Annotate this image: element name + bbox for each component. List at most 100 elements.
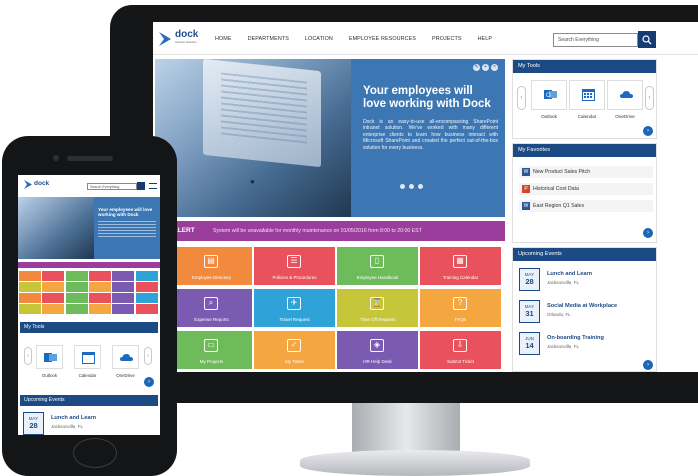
- mobile-tile[interactable]: [135, 304, 158, 314]
- tools-prev-button[interactable]: ‹: [517, 86, 526, 110]
- tile-faqs[interactable]: ? FAQs: [420, 289, 501, 327]
- mobile-tile[interactable]: [112, 271, 135, 281]
- my-tools-title: My Tools: [513, 60, 656, 73]
- favorite-item[interactable]: W New Product Sales Pitch: [519, 166, 653, 178]
- nav-item-location[interactable]: LOCATION: [305, 36, 333, 42]
- mobile-tile[interactable]: [88, 271, 111, 281]
- nav-item-help[interactable]: HELP: [478, 36, 492, 42]
- search-input[interactable]: Search Everything: [553, 33, 638, 47]
- hero-banner: ● ✎ + × Your employees will love working…: [155, 59, 505, 217]
- nav-item-home[interactable]: HOME: [215, 36, 232, 42]
- search-button[interactable]: [638, 31, 656, 48]
- outlook-icon: [44, 353, 57, 362]
- mobile-tool-onedrive[interactable]: [112, 345, 139, 369]
- phone-home-button[interactable]: [73, 438, 117, 468]
- handbook-icon: ▯: [370, 255, 384, 268]
- mobile-tile[interactable]: [19, 293, 41, 303]
- mobile-tile[interactable]: [88, 293, 111, 303]
- tile-label: FAQs: [454, 317, 467, 322]
- mobile-tile[interactable]: [19, 271, 41, 281]
- mobile-tile[interactable]: [135, 271, 158, 281]
- tile-hr-help-desk[interactable]: ◈ HR Help Desk: [337, 331, 418, 369]
- mobile-tile[interactable]: [42, 293, 65, 303]
- favorites-more-button[interactable]: ›: [643, 228, 653, 238]
- tile-employee-directory[interactable]: ▤ Employee Directory: [171, 247, 252, 285]
- mobile-tools-more-button[interactable]: ›: [144, 377, 154, 387]
- mobile-brand[interactable]: dock: [34, 180, 49, 187]
- mobile-tile[interactable]: [65, 304, 88, 314]
- tile-label: Employee Directory: [191, 275, 232, 280]
- mobile-search-input[interactable]: Search Everything: [87, 183, 137, 190]
- hamburger-menu-icon[interactable]: [149, 183, 157, 189]
- mobile-tools-prev-button[interactable]: ‹: [24, 347, 32, 365]
- tile-label: Employee Handbook: [356, 275, 399, 280]
- apple-logo-icon: ●: [250, 177, 255, 186]
- mobile-tile[interactable]: [135, 293, 158, 303]
- nav-item-employee-resources[interactable]: EMPLOYEE RESOURCES: [349, 36, 416, 42]
- mobile-tile[interactable]: [19, 282, 41, 292]
- mobile-tool-outlook[interactable]: [36, 345, 63, 369]
- tile-label: Time Off Request: [359, 317, 395, 322]
- event-item[interactable]: MAY 31 Social Media at Workplace Orlando,…: [519, 300, 653, 328]
- tile-expense-reports[interactable]: ⌕ Expense Reports: [171, 289, 252, 327]
- upcoming-events-title: Upcoming Events: [513, 248, 656, 261]
- mobile-tile[interactable]: [42, 304, 65, 314]
- mobile-tile[interactable]: [112, 282, 135, 292]
- brand-name[interactable]: dock: [175, 29, 198, 40]
- mobile-tile[interactable]: [42, 271, 65, 281]
- mobile-tile[interactable]: [88, 304, 111, 314]
- tool-calendar[interactable]: [569, 80, 605, 110]
- tools-next-button[interactable]: ›: [645, 86, 654, 110]
- mobile-tile[interactable]: [65, 293, 88, 303]
- favorite-item[interactable]: W East Region Q1 Sales: [519, 200, 653, 212]
- product-showcase: dock Intranet Solution HOME DEPARTMENTS …: [0, 0, 698, 476]
- tile-my-tasks[interactable]: ✓ My Tasks: [254, 331, 335, 369]
- tile-time-off-request[interactable]: ⌛ Time Off Request: [337, 289, 418, 327]
- mobile-tools-next-button[interactable]: ›: [144, 347, 152, 365]
- expense-icon: ⌕: [204, 297, 218, 310]
- event-title[interactable]: Lunch and Learn: [547, 271, 592, 277]
- delete-icon[interactable]: ×: [491, 64, 498, 71]
- mobile-tile[interactable]: [42, 282, 65, 292]
- tile-employee-handbook[interactable]: ▯ Employee Handbook: [337, 247, 418, 285]
- tools-more-button[interactable]: ›: [643, 126, 653, 136]
- carousel-dot[interactable]: [418, 184, 423, 189]
- mobile-event-title[interactable]: Lunch and Learn: [51, 415, 96, 421]
- tile-training-calendar[interactable]: ▦ Training Calendar: [420, 247, 501, 285]
- dock-logo-icon[interactable]: [23, 179, 33, 190]
- add-icon[interactable]: +: [482, 64, 489, 71]
- mobile-tool-calendar[interactable]: [74, 345, 101, 369]
- mobile-event-item[interactable]: MAY 28 Lunch and Learn Jacksonville, FL: [23, 412, 155, 435]
- tile-my-projects[interactable]: ▭ My Projects: [171, 331, 252, 369]
- tile-travel-request[interactable]: ✈ Travel Request: [254, 289, 335, 327]
- tile-submit-ticket[interactable]: ⇩ Submit Ticket: [420, 331, 501, 369]
- carousel-dot[interactable]: [409, 184, 414, 189]
- event-location: Orlando, FL: [547, 312, 571, 317]
- nav-item-projects[interactable]: PROJECTS: [432, 36, 462, 42]
- nav-item-departments[interactable]: DEPARTMENTS: [248, 36, 289, 42]
- mobile-tile[interactable]: [65, 271, 88, 281]
- mobile-event-date: MAY 28: [23, 412, 44, 435]
- tool-outlook-label: Outlook: [541, 114, 557, 119]
- mobile-tile[interactable]: [19, 304, 41, 314]
- favorite-label: Historical Cost Data: [533, 186, 579, 192]
- edit-icon[interactable]: ✎: [473, 64, 480, 71]
- mobile-tile[interactable]: [135, 282, 158, 292]
- mobile-tile[interactable]: [112, 304, 135, 314]
- tile-policies-procedures[interactable]: ☰ Policies & Procedures: [254, 247, 335, 285]
- tool-outlook[interactable]: O: [531, 80, 567, 110]
- tool-onedrive[interactable]: [607, 80, 643, 110]
- mobile-search-button[interactable]: [137, 182, 145, 190]
- event-date: MAY 31: [519, 300, 540, 323]
- event-title[interactable]: On-boarding Training: [547, 335, 604, 341]
- event-item[interactable]: MAY 28 Lunch and Learn Jacksonville, FL: [519, 268, 653, 296]
- event-title[interactable]: Social Media at Workplace: [547, 303, 617, 309]
- mobile-tile[interactable]: [88, 282, 111, 292]
- carousel-dot[interactable]: [400, 184, 405, 189]
- events-more-button[interactable]: ›: [643, 360, 653, 370]
- mobile-tile[interactable]: [112, 293, 135, 303]
- ticket-icon: ⇩: [453, 339, 467, 352]
- mobile-tile[interactable]: [65, 282, 88, 292]
- favorite-item[interactable]: P Historical Cost Data: [519, 183, 653, 195]
- event-item[interactable]: JUN 14 On-boarding Training Jacksonville,…: [519, 332, 653, 360]
